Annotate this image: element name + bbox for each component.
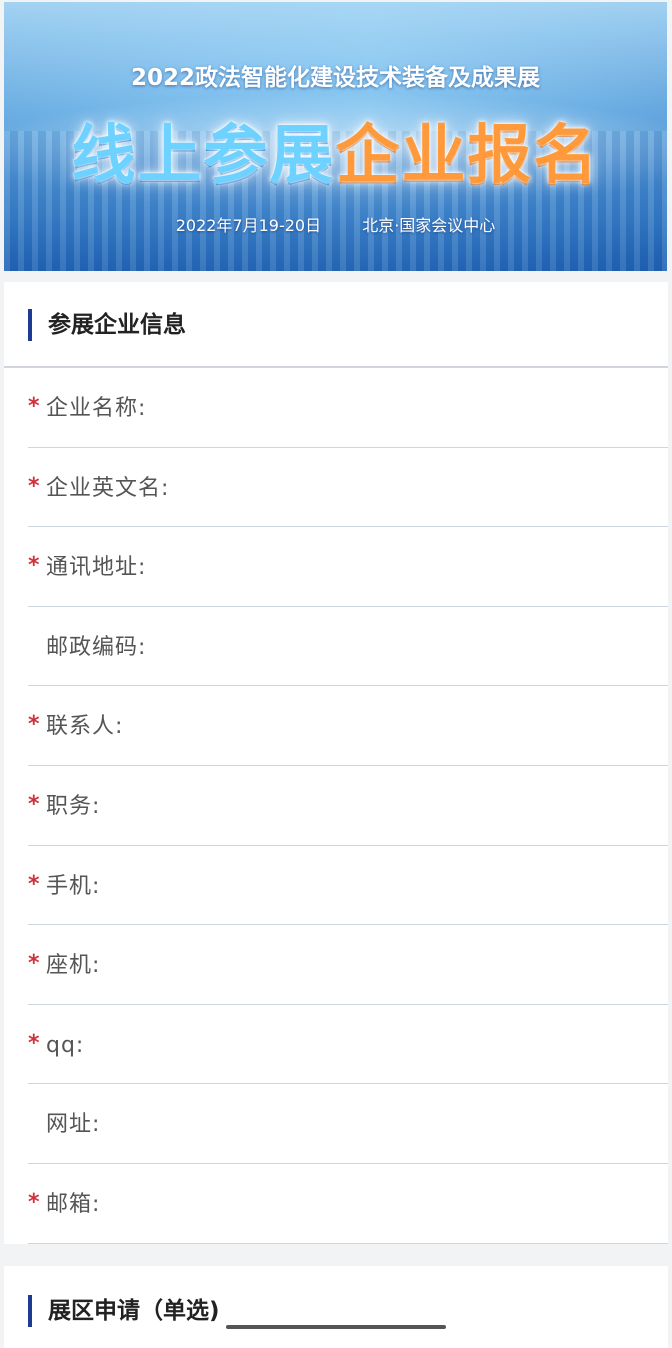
postal-code-input[interactable] <box>198 624 658 669</box>
field-label: 企业名称: <box>46 396 147 421</box>
field-job-title: * 职务: <box>28 766 668 846</box>
banner-date-venue: 2022年7月19-20日 北京·国家会议中心 <box>4 212 667 236</box>
qq-input[interactable] <box>198 1022 658 1067</box>
field-label: qq: <box>46 1032 85 1058</box>
job-title-input[interactable] <box>198 783 658 828</box>
section-accent-bar <box>28 1295 32 1327</box>
field-label: 邮箱: <box>46 1191 101 1217</box>
field-label: 邮政编码: <box>46 634 147 660</box>
field-label: 企业英文名: <box>46 475 170 501</box>
field-mailing-address: * 通讯地址: <box>28 527 668 607</box>
required-mark: * <box>28 871 40 897</box>
mobile-input[interactable] <box>198 863 658 908</box>
required-mark: * <box>28 1030 40 1056</box>
required-mark: * <box>28 791 40 817</box>
section-header: 参展企业信息 <box>4 282 668 368</box>
website-input[interactable] <box>198 1102 658 1147</box>
section-accent-bar <box>28 309 32 341</box>
field-landline: * 座机: <box>28 925 668 1005</box>
required-mark: * <box>28 1189 40 1215</box>
contact-person-input[interactable] <box>198 704 658 749</box>
section-title: 参展企业信息 <box>48 312 186 338</box>
company-english-name-input[interactable] <box>198 465 658 510</box>
field-contact-person: * 联系人: <box>28 686 668 766</box>
event-banner: 2022政法智能化建设技术装备及成果展 线上参展企业报名 2022年7月19-2… <box>4 2 667 271</box>
field-website: 网址: <box>28 1084 668 1164</box>
field-label: 网址: <box>46 1112 101 1138</box>
exhibitor-info-card: 参展企业信息 * 企业名称: * 企业英文名: * 通讯地址: 邮政编码: * … <box>4 282 668 1244</box>
exhibition-area-card: 展区申请（单选) <box>4 1266 668 1348</box>
email-input[interactable] <box>198 1181 658 1226</box>
required-mark: * <box>28 473 40 499</box>
home-indicator[interactable] <box>226 1325 446 1329</box>
required-mark: * <box>28 951 40 977</box>
field-postal-code: 邮政编码: <box>28 607 668 687</box>
field-label: 座机: <box>46 953 101 979</box>
banner-headline: 线上参展企业报名 <box>4 114 667 198</box>
field-label: 手机: <box>46 873 101 899</box>
field-label: 职务: <box>46 793 101 819</box>
field-qq: * qq: <box>28 1005 668 1085</box>
banner-headline-register: 企业报名 <box>335 119 600 193</box>
required-mark: * <box>28 394 40 419</box>
banner-venue: 北京·国家会议中心 <box>362 216 496 235</box>
banner-date: 2022年7月19-20日 <box>175 216 322 235</box>
field-mobile: * 手机: <box>28 846 668 926</box>
field-company-english-name: * 企业英文名: <box>28 448 668 528</box>
banner-event-title: 2022政法智能化建设技术装备及成果展 <box>130 65 540 91</box>
field-label: 通讯地址: <box>46 555 147 581</box>
field-company-name: * 企业名称: <box>28 368 668 448</box>
section-title: 展区申请（单选) <box>48 1298 220 1324</box>
field-label: 联系人: <box>46 714 124 740</box>
required-mark: * <box>28 553 40 579</box>
required-mark: * <box>28 712 40 738</box>
company-name-input[interactable] <box>198 386 658 430</box>
field-email: * 邮箱: <box>28 1164 668 1244</box>
landline-input[interactable] <box>198 943 658 988</box>
banner-headline-online: 线上参展 <box>71 119 336 193</box>
mailing-address-input[interactable] <box>198 545 658 590</box>
